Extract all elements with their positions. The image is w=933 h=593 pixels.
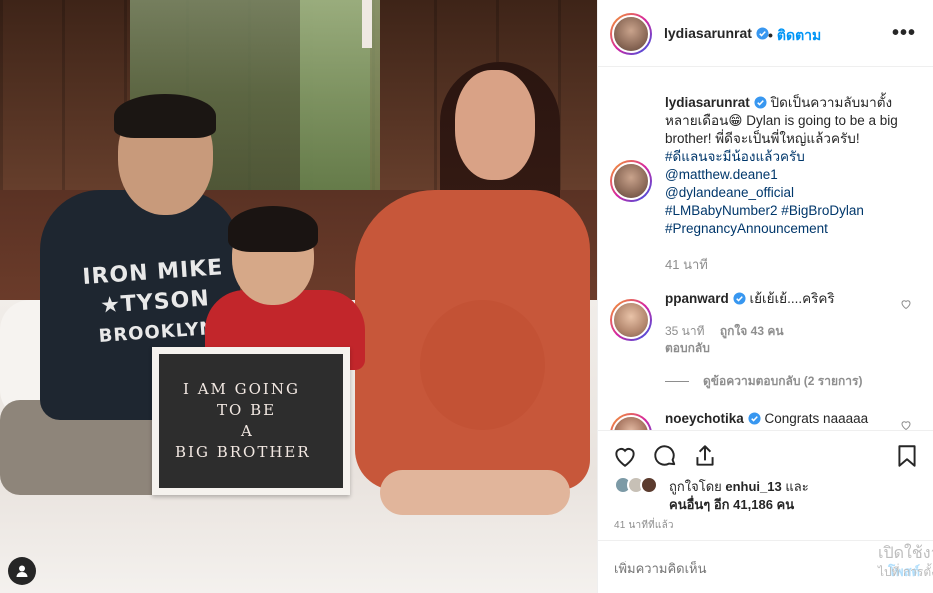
- verified-badge-icon: [733, 292, 746, 305]
- follow-separator: •: [768, 27, 773, 43]
- letterboard-line: BIG BROTHER: [175, 443, 311, 461]
- view-replies-button[interactable]: ดูข้อความตอบกลับ (2 รายการ): [665, 372, 862, 391]
- post-timestamp[interactable]: 41 นาทีที่แล้ว: [614, 518, 674, 533]
- author-avatar[interactable]: [610, 13, 652, 55]
- photo-boy-hair: [228, 206, 318, 252]
- watermark-line1: เปิดใช้งาน: [878, 545, 933, 562]
- likes-prefix: ถูกใจโดย: [669, 479, 726, 494]
- comment-username[interactable]: noeychotika: [665, 411, 744, 426]
- photo-woman-belly: [420, 300, 545, 430]
- caption-mention[interactable]: @matthew.deane1: [665, 166, 920, 184]
- reply-button[interactable]: ตอบกลับ: [665, 339, 710, 358]
- heart-icon[interactable]: [612, 443, 638, 469]
- likes-mid: และ: [781, 479, 809, 494]
- photo-man-hair: [114, 94, 216, 138]
- commenter-avatar[interactable]: [610, 299, 652, 341]
- photo-woman-head: [455, 70, 535, 180]
- comment: ppanward เย้เย้เย้....คริคริ: [665, 290, 885, 308]
- post-header: lydiasarunrat • ติดตาม •••: [598, 0, 933, 67]
- caption-author-avatar[interactable]: [610, 160, 652, 202]
- comment-time[interactable]: 35 นาที: [665, 324, 705, 338]
- heart-icon[interactable]: [900, 298, 912, 310]
- verified-badge-icon: [754, 96, 767, 109]
- liker-avatar: [640, 476, 658, 494]
- watermark-line2: ไปที่ การตั้งค่า: [878, 565, 933, 579]
- likes-text: ถูกใจโดย enhui_13 และ คนอื่นๆ อีก 41,186…: [669, 478, 809, 514]
- letterboard-line: I AM GOING: [183, 380, 300, 398]
- photo-hanger: [362, 0, 372, 48]
- more-options-icon[interactable]: •••: [892, 22, 916, 45]
- comment-icon[interactable]: [652, 443, 678, 469]
- verified-badge-icon: [748, 412, 761, 425]
- view-replies-label[interactable]: ดูข้อความตอบกลับ (2 รายการ): [703, 372, 862, 391]
- replies-divider: [665, 381, 689, 382]
- bookmark-icon[interactable]: [894, 443, 920, 469]
- comment-input[interactable]: [614, 561, 844, 576]
- author-username[interactable]: lydiasarunrat: [664, 25, 769, 41]
- caption-hashtag[interactable]: #LMBabyNumber2 #BigBroDylan: [665, 202, 920, 220]
- caption-hashtag[interactable]: #PregnancyAnnouncement: [665, 220, 920, 238]
- post-photo[interactable]: IRON MIKE ★TYSON BROOKLYN I AM GOING TO …: [0, 0, 597, 593]
- comment-likes[interactable]: ถูกใจ 43 คน: [720, 324, 784, 338]
- caption-mention[interactable]: @dylandeane_official: [665, 184, 920, 202]
- share-icon[interactable]: [692, 443, 718, 469]
- user-tag-icon[interactable]: [8, 557, 36, 585]
- author-username-text[interactable]: lydiasarunrat: [664, 25, 752, 41]
- heart-icon[interactable]: [900, 419, 912, 430]
- activation-watermark: เปิดใช้งาน ไปที่ การตั้งค่า: [878, 545, 933, 581]
- comments-list[interactable]: lydiasarunrat ปิดเป็นความลับมาตั้งหลายเด…: [598, 68, 933, 430]
- caption-hashtag[interactable]: #ดีแลนจะมีน้องแล้วครับ: [665, 148, 920, 166]
- caption-username[interactable]: lydiasarunrat: [665, 95, 750, 110]
- post-side-panel: lydiasarunrat • ติดตาม ••• lydiasarunrat …: [597, 0, 933, 593]
- follow-label[interactable]: ติดตาม: [777, 27, 821, 43]
- follow-button[interactable]: • ติดตาม: [768, 25, 821, 47]
- comment-text: เย้เย้เย้....คริคริ: [745, 291, 835, 306]
- verified-badge-icon: [756, 27, 769, 40]
- likes-others[interactable]: คนอื่นๆ อีก 41,186 คน: [669, 497, 794, 512]
- liker-username[interactable]: enhui_13: [725, 479, 781, 494]
- action-bar: [598, 430, 933, 480]
- photo-woman-legs: [380, 470, 570, 515]
- comment-username[interactable]: ppanward: [665, 291, 729, 306]
- liker-avatars[interactable]: [614, 476, 664, 496]
- caption: lydiasarunrat ปิดเป็นความลับมาตั้งหลายเด…: [665, 94, 920, 238]
- comment-text: Congrats naaaaa: [760, 411, 869, 426]
- caption-time[interactable]: 41 นาที: [665, 254, 708, 275]
- comment: noeychotika Congrats naaaaa: [665, 410, 885, 428]
- letterboard-line: A: [241, 422, 254, 440]
- letterboard-sign: I AM GOING TO BE A BIG BROTHER: [152, 347, 350, 495]
- commenter-avatar[interactable]: [610, 413, 652, 430]
- likes-summary: ถูกใจโดย enhui_13 และ คนอื่นๆ อีก 41,186…: [614, 476, 924, 512]
- letterboard-line: TO BE: [217, 401, 277, 419]
